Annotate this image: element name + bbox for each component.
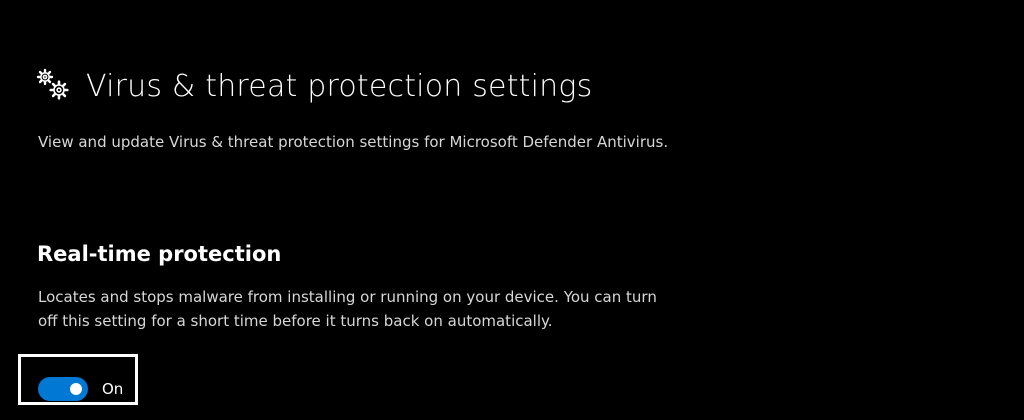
page-title: Virus & threat protection settings (86, 68, 593, 104)
section-description-real-time-protection: Locates and stops malware from installin… (38, 288, 657, 330)
settings-page: Virus & threat protection settings View … (0, 0, 1024, 420)
toggle-knob (70, 383, 82, 395)
toggle-state-label: On (102, 380, 124, 398)
page-description: View and update Virus & threat protectio… (38, 133, 669, 151)
gear-icon (36, 68, 69, 100)
page-header: Virus & threat protection settings (36, 68, 592, 104)
toggle-track[interactable] (38, 377, 88, 401)
real-time-protection-toggle[interactable]: On (38, 377, 123, 401)
section-title-real-time-protection: Real-time protection (37, 242, 282, 266)
